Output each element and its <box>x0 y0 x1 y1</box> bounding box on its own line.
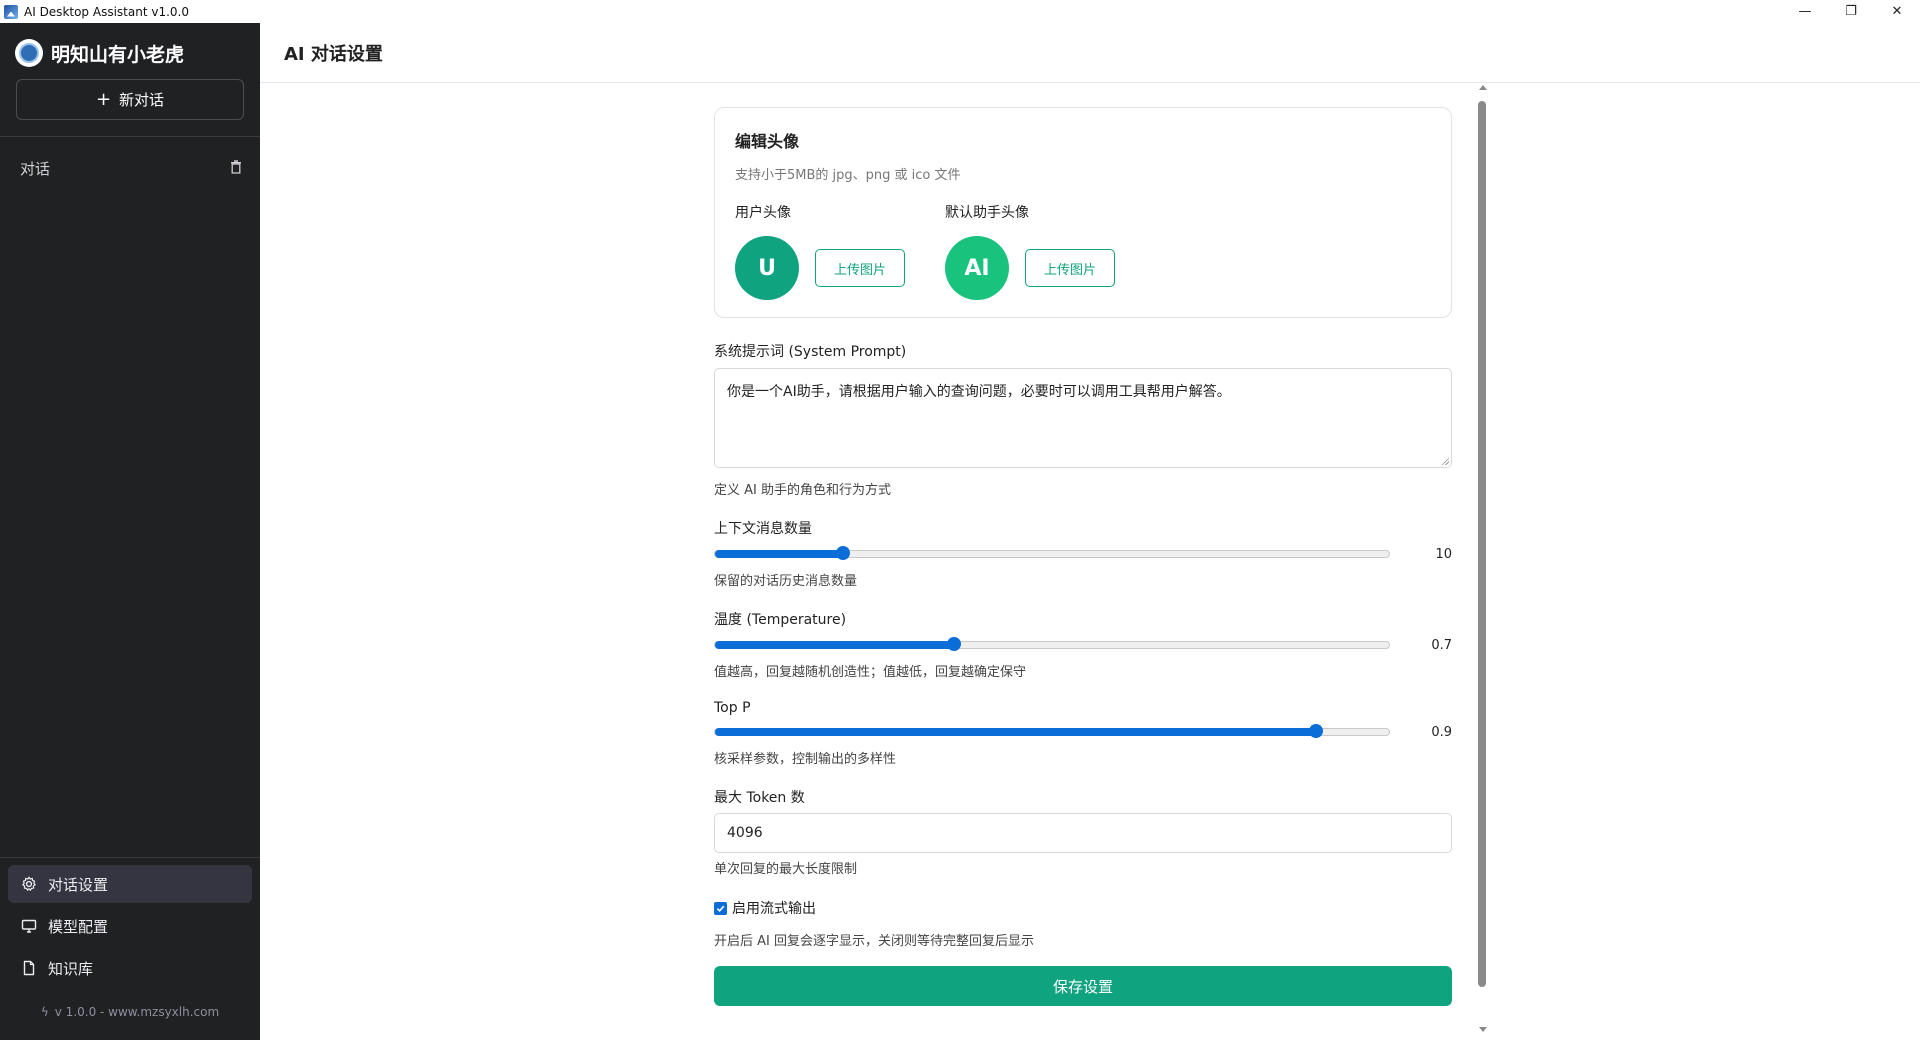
sidebar-item-model-config[interactable]: 模型配置 <box>8 907 252 945</box>
top-p-slider[interactable] <box>714 724 1390 738</box>
max-tokens-hint: 单次回复的最大长度限制 <box>714 862 858 877</box>
version-footer: ϟ v 1.0.0 - www.mzsyxlh.com <box>0 1005 260 1019</box>
top-p-label: Top P <box>714 700 751 716</box>
assistant-avatar: AI <box>945 236 1009 300</box>
sidebar-divider <box>0 136 260 137</box>
monitor-icon <box>20 917 38 935</box>
slider-fill <box>715 641 955 649</box>
version-text: v 1.0.0 - www.mzsyxlh.com <box>54 1005 220 1019</box>
resize-handle-icon[interactable] <box>1441 457 1449 465</box>
plus-icon: + <box>95 89 112 110</box>
gear-icon <box>20 875 38 893</box>
sidebar-divider-bottom <box>0 857 260 858</box>
slider-thumb[interactable] <box>947 637 962 651</box>
sidebar: 明知山有小老虎 + 新对话 对话 对话设置 模型配置 知识库 ϟ v 1.0.0… <box>0 23 260 1040</box>
avatar-card-subtitle: 支持小于5MB的 jpg、png 或 ico 文件 <box>735 168 961 183</box>
streaming-checkbox[interactable] <box>714 901 727 915</box>
window-title: AI Desktop Assistant v1.0.0 <box>24 4 189 19</box>
brand-name: 明知山有小老虎 <box>51 43 185 66</box>
upload-assistant-avatar-button[interactable]: 上传图片 <box>1025 249 1115 287</box>
upload-user-avatar-button[interactable]: 上传图片 <box>815 249 905 287</box>
avatar-card-title: 编辑头像 <box>735 132 800 151</box>
restore-button[interactable]: ❐ <box>1828 0 1874 23</box>
window-controls: — ❐ ✕ <box>1782 0 1920 23</box>
user-avatar-label: 用户头像 <box>735 205 791 221</box>
user-avatar-group: 用户头像 U 上传图片 <box>735 202 905 300</box>
minimize-button[interactable]: — <box>1782 0 1828 23</box>
context-count-slider[interactable] <box>714 546 1390 560</box>
page-title: AI 对话设置 <box>260 23 1920 83</box>
slider-thumb[interactable] <box>836 546 851 560</box>
slider-fill <box>715 550 844 558</box>
lightning-icon: ϟ <box>40 1005 49 1019</box>
top-p-hint: 核采样参数，控制输出的多样性 <box>714 752 897 767</box>
new-chat-label: 新对话 <box>119 91 165 109</box>
sidebar-item-label: 对话设置 <box>48 875 109 894</box>
conversations-heading: 对话 <box>20 159 51 178</box>
temperature-label: 温度 (Temperature) <box>714 612 847 628</box>
streaming-hint: 开启后 AI 回复会逐字显示，关闭则等待完整回复后显示 <box>714 934 1034 949</box>
close-button[interactable]: ✕ <box>1874 0 1920 23</box>
brand-logo-icon <box>15 39 43 67</box>
assistant-avatar-group: 默认助手头像 AI 上传图片 <box>945 202 1115 300</box>
scrollbar-thumb[interactable] <box>1478 101 1486 987</box>
max-tokens-input[interactable]: 4096 <box>714 813 1452 853</box>
avatar-card: 编辑头像 支持小于5MB的 jpg、png 或 ico 文件 用户头像 U 上传… <box>714 107 1452 318</box>
trash-icon[interactable] <box>230 160 244 176</box>
context-count-label: 上下文消息数量 <box>714 521 812 537</box>
save-button[interactable]: 保存设置 <box>714 966 1452 1006</box>
context-count-hint: 保留的对话历史消息数量 <box>714 574 858 589</box>
sidebar-item-knowledge-base[interactable]: 知识库 <box>8 949 252 987</box>
title-bar: AI Desktop Assistant v1.0.0 — ❐ ✕ <box>0 0 1920 23</box>
slider-thumb[interactable] <box>1309 724 1324 738</box>
max-tokens-label: 最大 Token 数 <box>714 790 805 806</box>
scroll-up-arrow-icon[interactable] <box>1479 85 1487 90</box>
top-p-row: 0.9 <box>714 722 1452 742</box>
temperature-value: 0.7 <box>1431 637 1452 653</box>
conversations-header: 对话 <box>0 156 260 180</box>
sidebar-item-label: 知识库 <box>48 959 94 978</box>
temperature-slider[interactable] <box>714 637 1390 651</box>
new-chat-button[interactable]: + 新对话 <box>16 79 244 120</box>
system-prompt-value: 你是一个AI助手，请根据用户输入的查询问题，必要时可以调用工具帮用户解答。 <box>727 384 1231 400</box>
scroll-down-arrow-icon[interactable] <box>1479 1027 1487 1032</box>
system-prompt-textarea[interactable]: 你是一个AI助手，请根据用户输入的查询问题，必要时可以调用工具帮用户解答。 <box>714 368 1452 468</box>
slider-fill <box>715 728 1317 736</box>
scrollbar[interactable] <box>1476 85 1490 1040</box>
user-avatar: U <box>735 236 799 300</box>
streaming-row: 启用流式输出 <box>714 898 1452 918</box>
context-count-value: 10 <box>1435 546 1452 562</box>
top-p-value: 0.9 <box>1431 724 1452 740</box>
temperature-row: 0.7 <box>714 635 1452 655</box>
document-icon <box>20 959 38 977</box>
system-prompt-label: 系统提示词 (System Prompt) <box>714 344 907 360</box>
streaming-label[interactable]: 启用流式输出 <box>732 898 816 918</box>
temperature-hint: 值越高，回复越随机创造性；值越低，回复越确定保守 <box>714 665 1027 680</box>
context-count-row: 10 <box>714 544 1452 564</box>
system-prompt-hint: 定义 AI 助手的角色和行为方式 <box>714 483 891 498</box>
assistant-avatar-label: 默认助手头像 <box>945 205 1029 221</box>
brand: 明知山有小老虎 <box>0 23 260 83</box>
sidebar-item-chat-settings[interactable]: 对话设置 <box>8 865 252 903</box>
app-icon <box>4 4 18 19</box>
sidebar-item-label: 模型配置 <box>48 917 109 936</box>
settings-form: 编辑头像 支持小于5MB的 jpg、png 或 ico 文件 用户头像 U 上传… <box>714 107 1452 1006</box>
